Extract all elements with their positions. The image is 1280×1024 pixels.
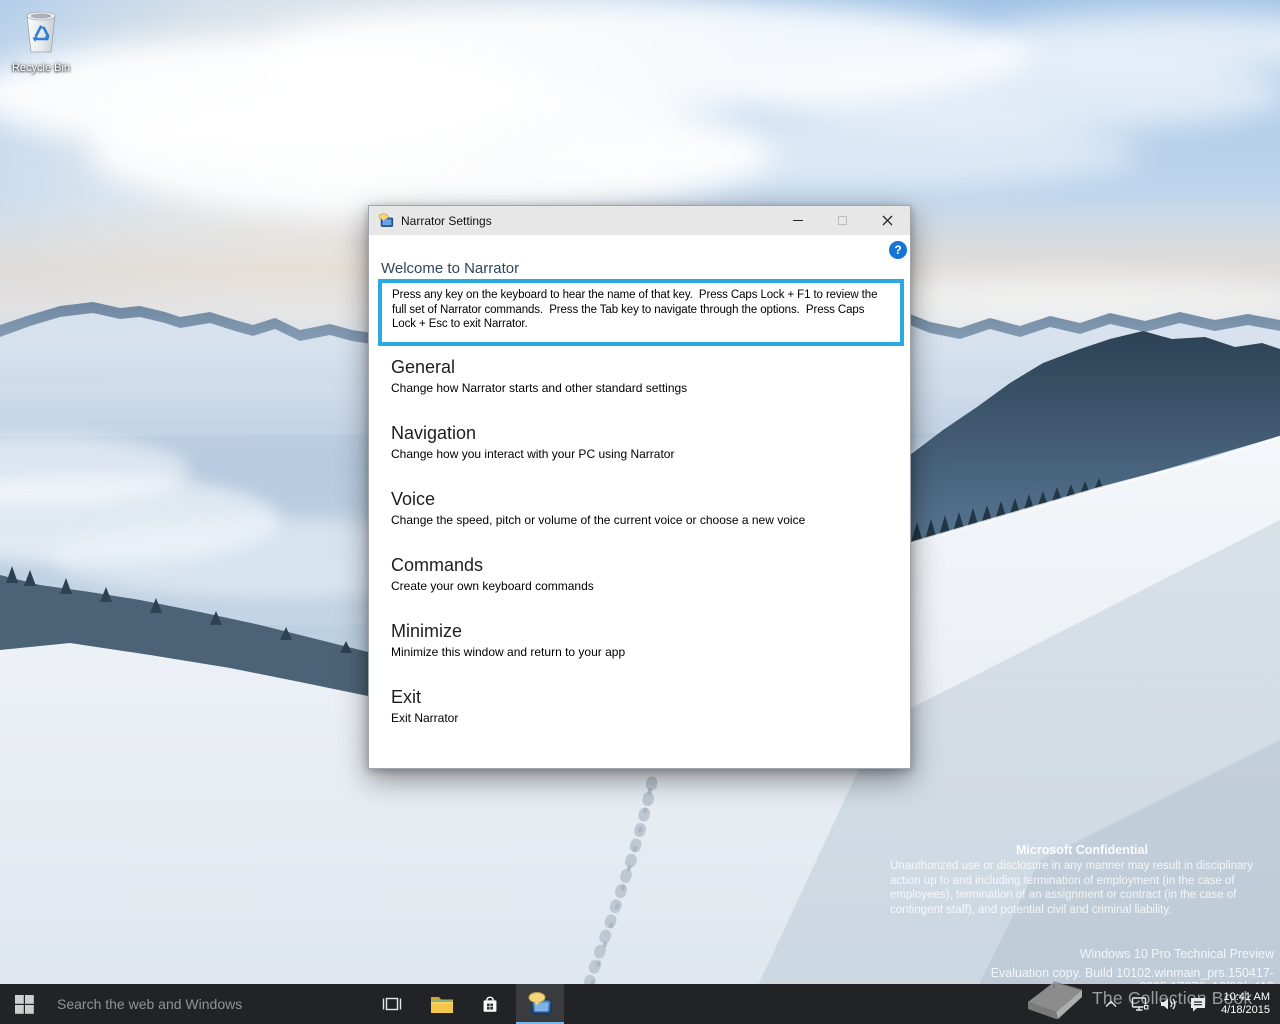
search-placeholder: Search the web and Windows: [57, 996, 243, 1012]
recycle-bin-icon: [26, 11, 56, 53]
menu-item-voice[interactable]: Voice Change the speed, pitch or volume …: [391, 488, 896, 554]
welcome-heading: Welcome to Narrator: [381, 260, 520, 277]
taskbar-clock[interactable]: 10:41 AM 4/18/2015: [1217, 991, 1274, 1017]
help-button[interactable]: ?: [889, 241, 907, 259]
menu-item-minimize[interactable]: Minimize Minimize this window and return…: [391, 620, 896, 686]
action-center-icon: [1191, 997, 1206, 1011]
menu-item-title: Minimize: [391, 621, 463, 641]
minimize-button[interactable]: [775, 206, 820, 235]
close-icon: [882, 215, 893, 226]
network-icon: [1131, 997, 1149, 1011]
windows-logo-icon: [14, 994, 34, 1014]
menu-item-general[interactable]: General Change how Narrator starts and o…: [391, 356, 896, 422]
menu-item-desc: Change how Narrator starts and other sta…: [391, 381, 688, 395]
menu-item-title: General: [391, 357, 456, 377]
taskbar: Search the web and Windows The Collectio…: [0, 981, 1280, 1024]
volume-tray-button[interactable]: [1159, 984, 1179, 1024]
confidential-body: Unauthorized use or disclosure in any ma…: [890, 860, 1254, 916]
menu-item-exit[interactable]: Exit Exit Narrator: [391, 686, 896, 752]
start-button[interactable]: [0, 984, 48, 1024]
menu-item-desc: Minimize this window and return to your …: [391, 645, 626, 659]
narrator-intro-box: Press any key on the keyboard to hear th…: [378, 279, 904, 346]
chevron-up-icon: [1105, 1000, 1117, 1007]
minimize-icon: [792, 220, 803, 221]
task-view-icon: [382, 997, 402, 1011]
menu-item-title: Exit: [391, 687, 422, 707]
menu-item-title: Navigation: [391, 423, 477, 443]
menu-item-title: Commands: [391, 555, 484, 575]
narrator-settings-window: Narrator Settings ? Welcome to Narrator …: [368, 205, 911, 769]
titlebar[interactable]: Narrator Settings: [369, 206, 910, 235]
speaker-icon: [1161, 998, 1176, 1010]
maximize-button[interactable]: [820, 206, 865, 235]
menu-item-commands[interactable]: Commands Create your own keyboard comman…: [391, 554, 896, 620]
taskbar-search-input[interactable]: Search the web and Windows: [48, 984, 372, 1024]
maximize-icon: [838, 216, 847, 225]
folder-icon: [431, 997, 453, 1013]
menu-item-desc: Change how you interact with your PC usi…: [391, 447, 675, 461]
narrator-icon: [528, 991, 551, 1014]
network-tray-button[interactable]: [1130, 984, 1150, 1024]
help-icon: ?: [894, 243, 902, 257]
window-title: Narrator Settings: [401, 213, 492, 228]
narrator-taskbar-button[interactable]: [516, 984, 564, 1024]
task-view-button[interactable]: [372, 984, 412, 1024]
menu-item-navigation[interactable]: Navigation Change how you interact with …: [391, 422, 896, 488]
menu-item-desc: Exit Narrator: [391, 711, 459, 725]
clock-date: 4/18/2015: [1221, 1004, 1270, 1016]
windows-edition-label: Windows 10 Pro Technical Preview: [1079, 947, 1274, 962]
store-bag-icon: [483, 996, 497, 1012]
tray-chevron-button[interactable]: [1101, 984, 1121, 1024]
menu-item-title: Voice: [391, 489, 436, 509]
menu-item-desc: Change the speed, pitch or volume of the…: [391, 513, 806, 527]
action-center-button[interactable]: [1188, 984, 1208, 1024]
system-tray: 10:41 AM 4/18/2015: [1101, 984, 1280, 1024]
file-explorer-button[interactable]: [420, 984, 464, 1024]
narrator-menu: General Change how Narrator starts and o…: [391, 356, 896, 752]
confidential-watermark: Microsoft Confidential Unauthorized use …: [890, 843, 1274, 994]
narrator-app-icon: [378, 213, 394, 227]
recycle-bin[interactable]: Recycle Bin: [2, 6, 80, 74]
clock-time: 10:41 AM: [1223, 991, 1270, 1003]
desktop: Recycle Bin Microsoft Confidential Unaut…: [0, 0, 1280, 1024]
recycle-bin-label: Recycle Bin: [11, 62, 71, 74]
confidential-title: Microsoft Confidential: [1016, 843, 1148, 857]
close-button[interactable]: [865, 206, 910, 235]
menu-item-desc: Create your own keyboard commands: [391, 579, 594, 593]
store-button[interactable]: [468, 984, 512, 1024]
